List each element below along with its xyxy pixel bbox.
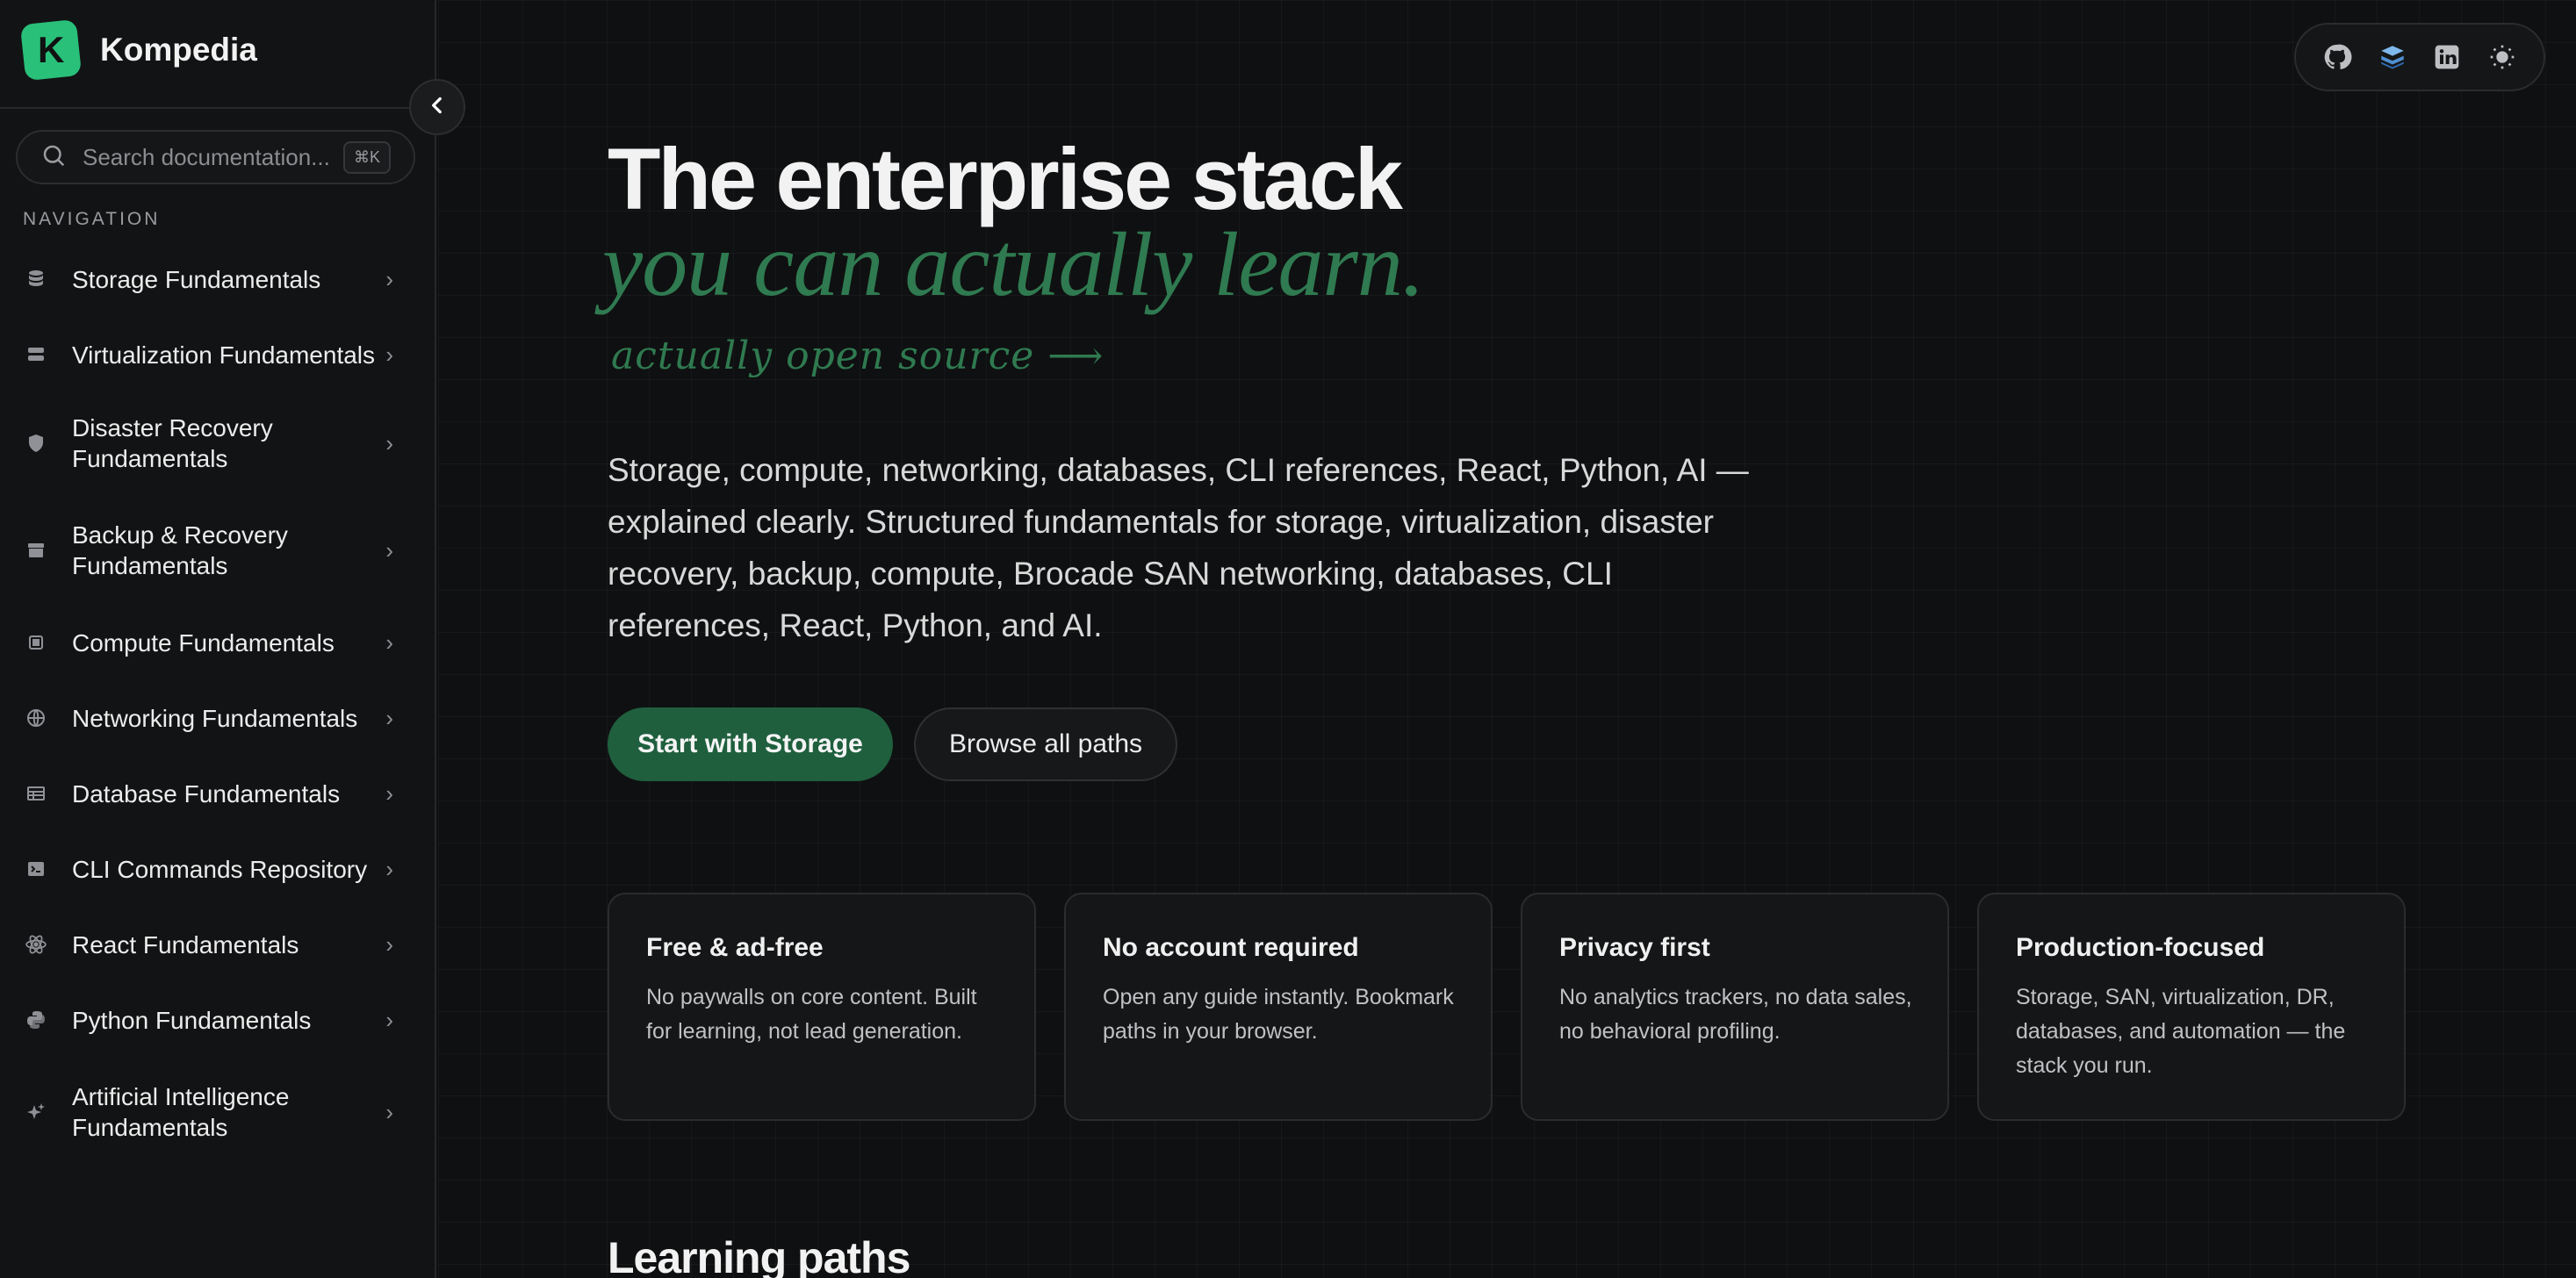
github-icon[interactable] — [2320, 39, 2355, 75]
sidebar-item-label: React Fundamentals — [72, 930, 299, 958]
nav-section-label: NAVIGATION — [23, 209, 161, 229]
sidebar-item-label: Networking Fundamentals — [72, 704, 358, 732]
react-atom-icon — [25, 933, 47, 956]
feature-card-title: Privacy first — [1559, 933, 1710, 962]
sparkles-icon — [25, 1101, 47, 1124]
cpu-icon — [25, 631, 47, 654]
sidebar-item-label: Virtualization Fundamentals — [72, 341, 376, 369]
sidebar-item-label: Database Fundamentals — [72, 779, 341, 808]
sidebar-item-label: Backup & Recovery Fundamentals — [72, 521, 288, 579]
sidebar-item-storage[interactable]: Storage Fundamentals › — [0, 263, 413, 295]
sun-icon[interactable] — [2485, 39, 2520, 75]
linkedin-icon[interactable] — [2429, 39, 2464, 75]
feature-card: No account required Open any guide insta… — [1064, 893, 1493, 1121]
sidebar-item-ai[interactable]: Artificial Intelligence Fundamentals › — [0, 1081, 413, 1143]
chevron-right-icon: › — [385, 628, 393, 656]
layers-icon[interactable] — [2375, 39, 2410, 75]
archive-icon — [25, 539, 47, 562]
sidebar-item-label: Storage Fundamentals — [72, 265, 321, 293]
hero-title: The enterprise stack — [608, 130, 1403, 227]
terminal-icon — [25, 858, 47, 880]
sidebar-item-label: Disaster Recovery Fundamentals — [72, 414, 273, 472]
sidebar-item-react[interactable]: React Fundamentals › — [0, 929, 413, 960]
brand-logo-letter: K — [37, 29, 65, 70]
sidebar-item-compute[interactable]: Compute Fundamentals › — [0, 627, 413, 658]
search-icon — [40, 142, 67, 173]
feature-card: Production-focused Storage, SAN, virtual… — [1977, 893, 2406, 1121]
chevron-right-icon: › — [385, 855, 393, 882]
feature-card-description: Storage, SAN, virtualization, DR, databa… — [2016, 985, 2346, 1078]
python-icon — [25, 1009, 47, 1031]
open-source-note[interactable]: actually open source ⟶ — [611, 334, 1104, 378]
globe-icon — [25, 707, 47, 729]
chevron-right-icon: › — [385, 930, 393, 958]
brand-logo: K — [19, 18, 83, 82]
sidebar-item-python[interactable]: Python Fundamentals › — [0, 1004, 413, 1036]
chevron-right-icon: › — [385, 1006, 393, 1033]
open-source-note-text: actually open source — [611, 334, 1035, 378]
search-placeholder: Search documentation... — [83, 143, 330, 170]
sidebar-item-networking[interactable]: Networking Fundamentals › — [0, 702, 413, 734]
sidebar-item-label: CLI Commands Repository — [72, 855, 368, 883]
sidebar-item-label: Python Fundamentals — [72, 1006, 312, 1034]
chevron-right-icon: › — [385, 265, 393, 292]
chevron-right-icon: › — [385, 779, 393, 807]
database-icon — [25, 268, 47, 291]
browse-all-paths-button[interactable]: Browse all paths — [914, 707, 1177, 781]
hero-subtitle: you can actually learn. — [602, 214, 1425, 315]
search-input[interactable]: Search documentation... ⌘K — [16, 130, 415, 184]
feature-card: Privacy first No analytics trackers, no … — [1521, 893, 1949, 1121]
chevron-right-icon: › — [385, 1098, 393, 1125]
feature-card-description: No analytics trackers, no data sales, no… — [1559, 985, 1912, 1044]
sidebar-item-cli-commands[interactable]: CLI Commands Repository › — [0, 853, 413, 885]
sidebar-item-label: Artificial Intelligence Fundamentals — [72, 1083, 290, 1141]
start-with-storage-button[interactable]: Start with Storage — [608, 707, 893, 781]
server-stack-icon — [25, 343, 47, 366]
sidebar-divider — [0, 107, 436, 109]
chevron-right-icon: › — [385, 536, 393, 564]
chevron-right-icon: › — [385, 429, 393, 456]
feature-card-title: Production-focused — [2016, 933, 2265, 962]
chevron-right-icon: › — [385, 704, 393, 731]
arrow-right-icon: ⟶ — [1047, 334, 1105, 378]
sidebar: K Kompedia Search documentation... ⌘K NA… — [0, 0, 436, 1278]
feature-card: Free & ad-free No paywalls on core conte… — [608, 893, 1036, 1121]
sidebar-item-label: Compute Fundamentals — [72, 628, 335, 657]
shield-icon — [25, 432, 47, 455]
feature-card-description: No paywalls on core content. Built for l… — [646, 985, 977, 1044]
collapse-sidebar-button[interactable] — [409, 79, 465, 135]
feature-card-title: No account required — [1103, 933, 1359, 962]
sidebar-item-database[interactable]: Database Fundamentals › — [0, 778, 413, 809]
table-icon — [25, 782, 47, 805]
search-shortcut-badge: ⌘K — [342, 140, 391, 174]
top-actions-bar — [2294, 23, 2545, 91]
chevron-right-icon: › — [385, 341, 393, 368]
feature-card-description: Open any guide instantly. Bookmark paths… — [1103, 985, 1454, 1044]
sidebar-item-virtualization[interactable]: Virtualization Fundamentals › — [0, 339, 413, 370]
sidebar-item-disaster-recovery[interactable]: Disaster Recovery Fundamentals › — [0, 413, 413, 474]
learning-paths-heading: Learning paths — [608, 1233, 910, 1278]
chevron-left-icon — [426, 94, 449, 121]
brand-name: Kompedia — [100, 32, 257, 68]
hero-description: Storage, compute, networking, databases,… — [608, 452, 1749, 643]
brand[interactable]: K Kompedia — [19, 18, 257, 82]
sidebar-item-backup-recovery[interactable]: Backup & Recovery Fundamentals › — [0, 520, 413, 581]
feature-card-title: Free & ad-free — [646, 933, 824, 962]
